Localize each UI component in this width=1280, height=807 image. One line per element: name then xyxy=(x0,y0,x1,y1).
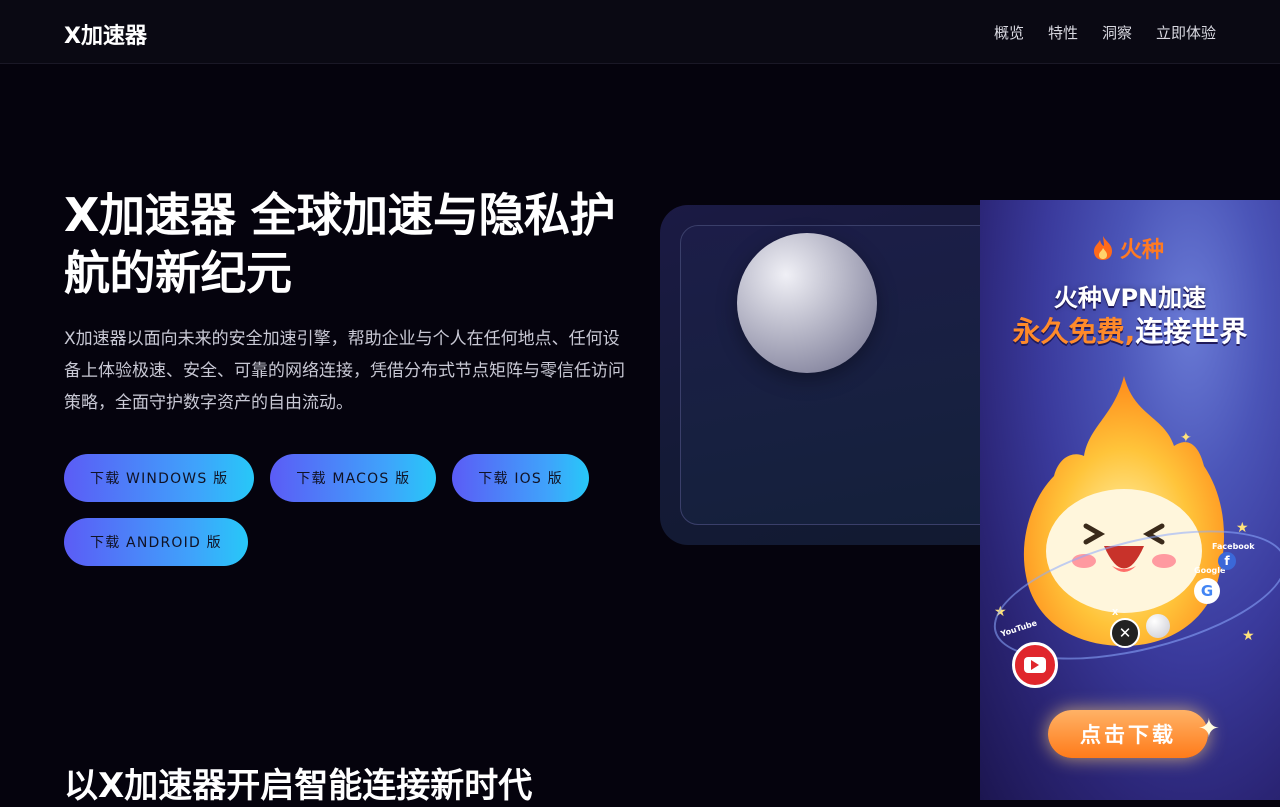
nav-link-overview[interactable]: 概览 xyxy=(994,22,1024,43)
ad-headline: 火种VPN加速 xyxy=(1053,284,1207,312)
star-icon: ★ xyxy=(1242,628,1255,644)
ad-subline-accent: 永久免费, xyxy=(1012,315,1136,348)
top-navbar: X加速器 概览 特性 洞察 立即体验 xyxy=(0,0,1280,64)
nav-link-insights[interactable]: 洞察 xyxy=(1102,22,1132,43)
download-android-button[interactable]: 下载 ANDROID 版 xyxy=(64,518,248,566)
ad-subline-rest: 连接世界 xyxy=(1135,315,1248,348)
ad-banner[interactable]: ★ ★ ★ ✦ ✦ 火种 火种VPN加速 永久免费,连接世界 YouTu xyxy=(980,200,1280,800)
download-ios-button[interactable]: 下载 IOS 版 xyxy=(452,454,589,502)
nav-link-try-now[interactable]: 立即体验 xyxy=(1156,22,1216,43)
sparkle-icon: ✦ xyxy=(1198,714,1220,744)
hero-title: X加速器 全球加速与隐私护航的新纪元 xyxy=(64,188,615,300)
ad-download-button[interactable]: 点击下载 xyxy=(1048,710,1208,758)
ad-subline: 永久免费,连接世界 xyxy=(980,310,1280,350)
flame-icon xyxy=(1094,236,1112,260)
sphere-graphic xyxy=(737,233,877,373)
ad-logo: 火种 xyxy=(1092,232,1164,264)
download-windows-button[interactable]: 下载 WINDOWS 版 xyxy=(64,454,255,502)
x-label: X xyxy=(1112,608,1119,617)
x-icon: ✕ xyxy=(1110,618,1140,648)
moon-ball xyxy=(1146,614,1170,638)
facebook-label: Facebook xyxy=(1212,542,1255,551)
download-buttons: 下载 WINDOWS 版 下载 MACOS 版 下载 IOS 版 下载 ANDR… xyxy=(64,454,624,566)
download-macos-button[interactable]: 下载 MACOS 版 xyxy=(270,454,437,502)
youtube-icon xyxy=(1012,642,1058,688)
nav-links: 概览 特性 洞察 立即体验 xyxy=(994,22,1216,43)
hero-description: X加速器以面向未来的安全加速引擎，帮助企业与个人在任何地点、任何设备上体验极速、… xyxy=(64,329,625,413)
ad-brand-name: 火种 xyxy=(1120,238,1165,263)
nav-link-features[interactable]: 特性 xyxy=(1048,22,1078,43)
facebook-icon: f xyxy=(1218,552,1236,570)
brand-logo[interactable]: X加速器 xyxy=(64,18,147,50)
google-icon: G xyxy=(1194,578,1220,604)
